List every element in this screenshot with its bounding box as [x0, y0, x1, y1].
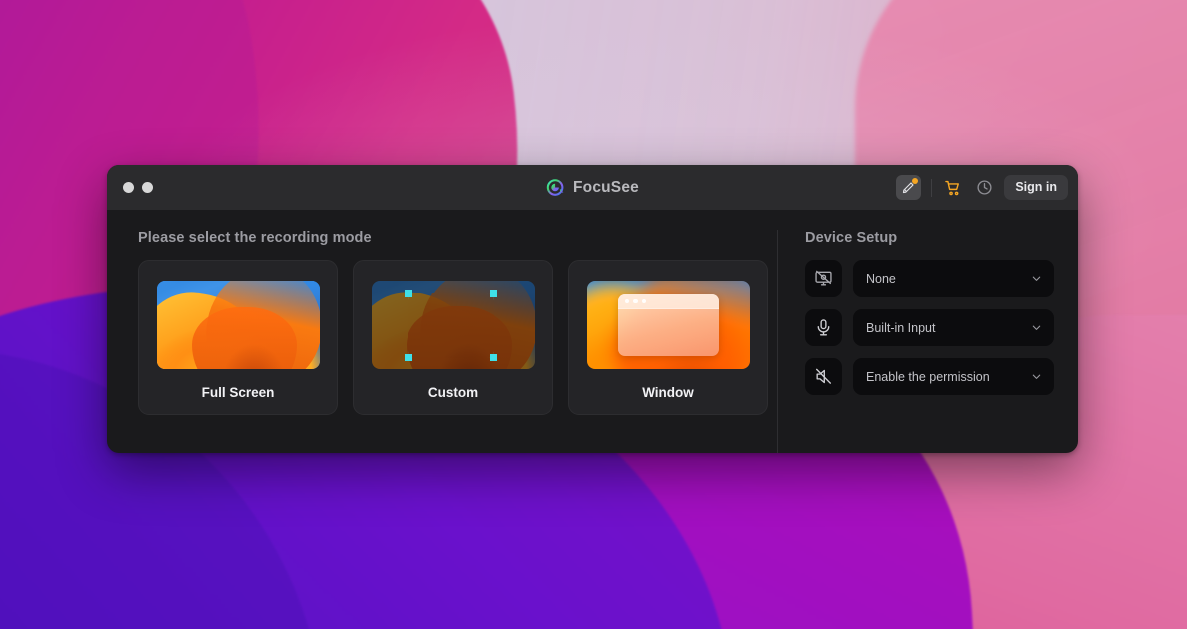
window-mockup-dot	[633, 298, 638, 304]
speaker-select-value: Enable the permission	[866, 369, 990, 384]
edit-badge-dot	[912, 178, 919, 184]
custom-selection-rectangle[interactable]	[404, 290, 497, 361]
sign-in-button[interactable]: Sign in	[1004, 175, 1068, 200]
window-mockup-titlebar	[617, 294, 719, 309]
selection-handle-bottom-left[interactable]	[404, 354, 412, 361]
toolbar-divider	[931, 178, 933, 197]
window-mockup-dot	[641, 298, 646, 304]
camera-select-value: None	[866, 271, 896, 286]
device-row-microphone: Built-in Input	[805, 309, 1078, 346]
device-setup-title: Device Setup	[805, 230, 898, 246]
close-button[interactable]	[123, 182, 134, 193]
speaker-toggle-button[interactable]	[805, 358, 842, 395]
recording-modes-title: Please select the recording mode	[138, 230, 372, 246]
recording-mode-cards: Full Screen Custom Window	[138, 260, 777, 415]
microphone-toggle-button[interactable]	[805, 309, 842, 346]
focusee-spiral-logo-icon	[546, 179, 564, 196]
camera-select[interactable]: None	[853, 260, 1054, 297]
device-row-camera: None	[805, 260, 1078, 297]
titlebar-actions: Sign in	[896, 175, 1068, 200]
microphone-icon	[817, 319, 830, 336]
mode-label-window: Window	[642, 385, 694, 400]
cart-button[interactable]	[942, 177, 964, 199]
window-mockup	[617, 294, 719, 356]
full-screen-thumbnail	[156, 281, 320, 369]
window-controls	[123, 182, 153, 193]
mode-card-window[interactable]: Window	[568, 260, 768, 415]
microphone-select[interactable]: Built-in Input	[853, 309, 1054, 346]
ventura-wallpaper-art	[156, 281, 320, 369]
selection-handle-top-right[interactable]	[489, 290, 497, 297]
device-row-speaker: Enable the permission	[805, 358, 1078, 395]
mode-card-full-screen[interactable]: Full Screen	[138, 260, 338, 415]
mode-card-custom[interactable]: Custom	[353, 260, 553, 415]
speaker-select[interactable]: Enable the permission	[853, 358, 1054, 395]
custom-thumbnail	[371, 281, 535, 369]
camera-off-icon	[815, 270, 832, 286]
app-title: FocuSee	[572, 178, 639, 196]
mode-label-custom: Custom	[427, 385, 479, 400]
recording-modes-pane: Please select the recording mode Full Sc…	[107, 230, 777, 453]
edit-button[interactable]	[896, 175, 922, 200]
app-content: Please select the recording mode Full Sc…	[107, 210, 1078, 453]
chevron-down-icon	[1032, 374, 1041, 379]
device-setup-pane: Device Setup None Built-in Input Enable …	[777, 230, 1078, 453]
chevron-down-icon	[1032, 276, 1041, 281]
window-thumbnail	[586, 281, 750, 369]
selection-bright-area	[407, 293, 494, 358]
shopping-cart-icon	[945, 180, 960, 195]
minimize-button[interactable]	[142, 182, 153, 193]
speaker-muted-icon	[816, 368, 831, 384]
microphone-select-value: Built-in Input	[866, 320, 936, 335]
history-button[interactable]	[973, 177, 995, 199]
selection-handle-top-left[interactable]	[404, 290, 412, 297]
window-titlebar: FocuSee Sign in	[107, 165, 1078, 210]
window-mockup-dot	[624, 298, 629, 304]
camera-toggle-button[interactable]	[805, 260, 842, 297]
focusee-app-window: FocuSee Sign in Please select the record…	[107, 165, 1078, 453]
clock-history-icon	[977, 180, 992, 195]
chevron-down-icon	[1032, 325, 1041, 330]
mode-label-full-screen: Full Screen	[201, 385, 275, 400]
selection-handle-bottom-right[interactable]	[489, 354, 497, 361]
